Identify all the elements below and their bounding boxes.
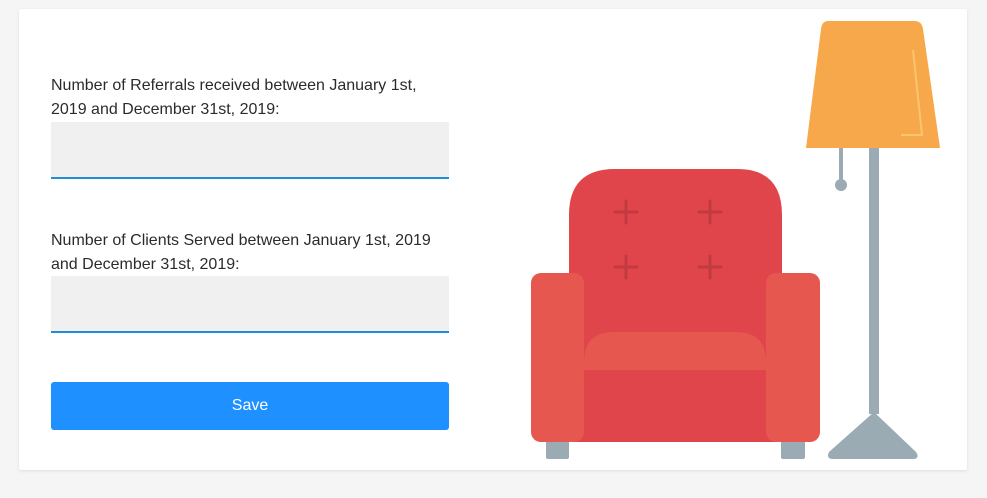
clients-served-input[interactable] — [51, 276, 449, 333]
clients-served-label: Number of Clients Served between January… — [51, 232, 431, 273]
save-button[interactable]: Save — [51, 382, 449, 430]
referrals-label: Number of Referrals received between Jan… — [51, 77, 417, 118]
referrals-input[interactable] — [51, 122, 449, 179]
form-card: Number of Referrals received between Jan… — [19, 9, 967, 470]
